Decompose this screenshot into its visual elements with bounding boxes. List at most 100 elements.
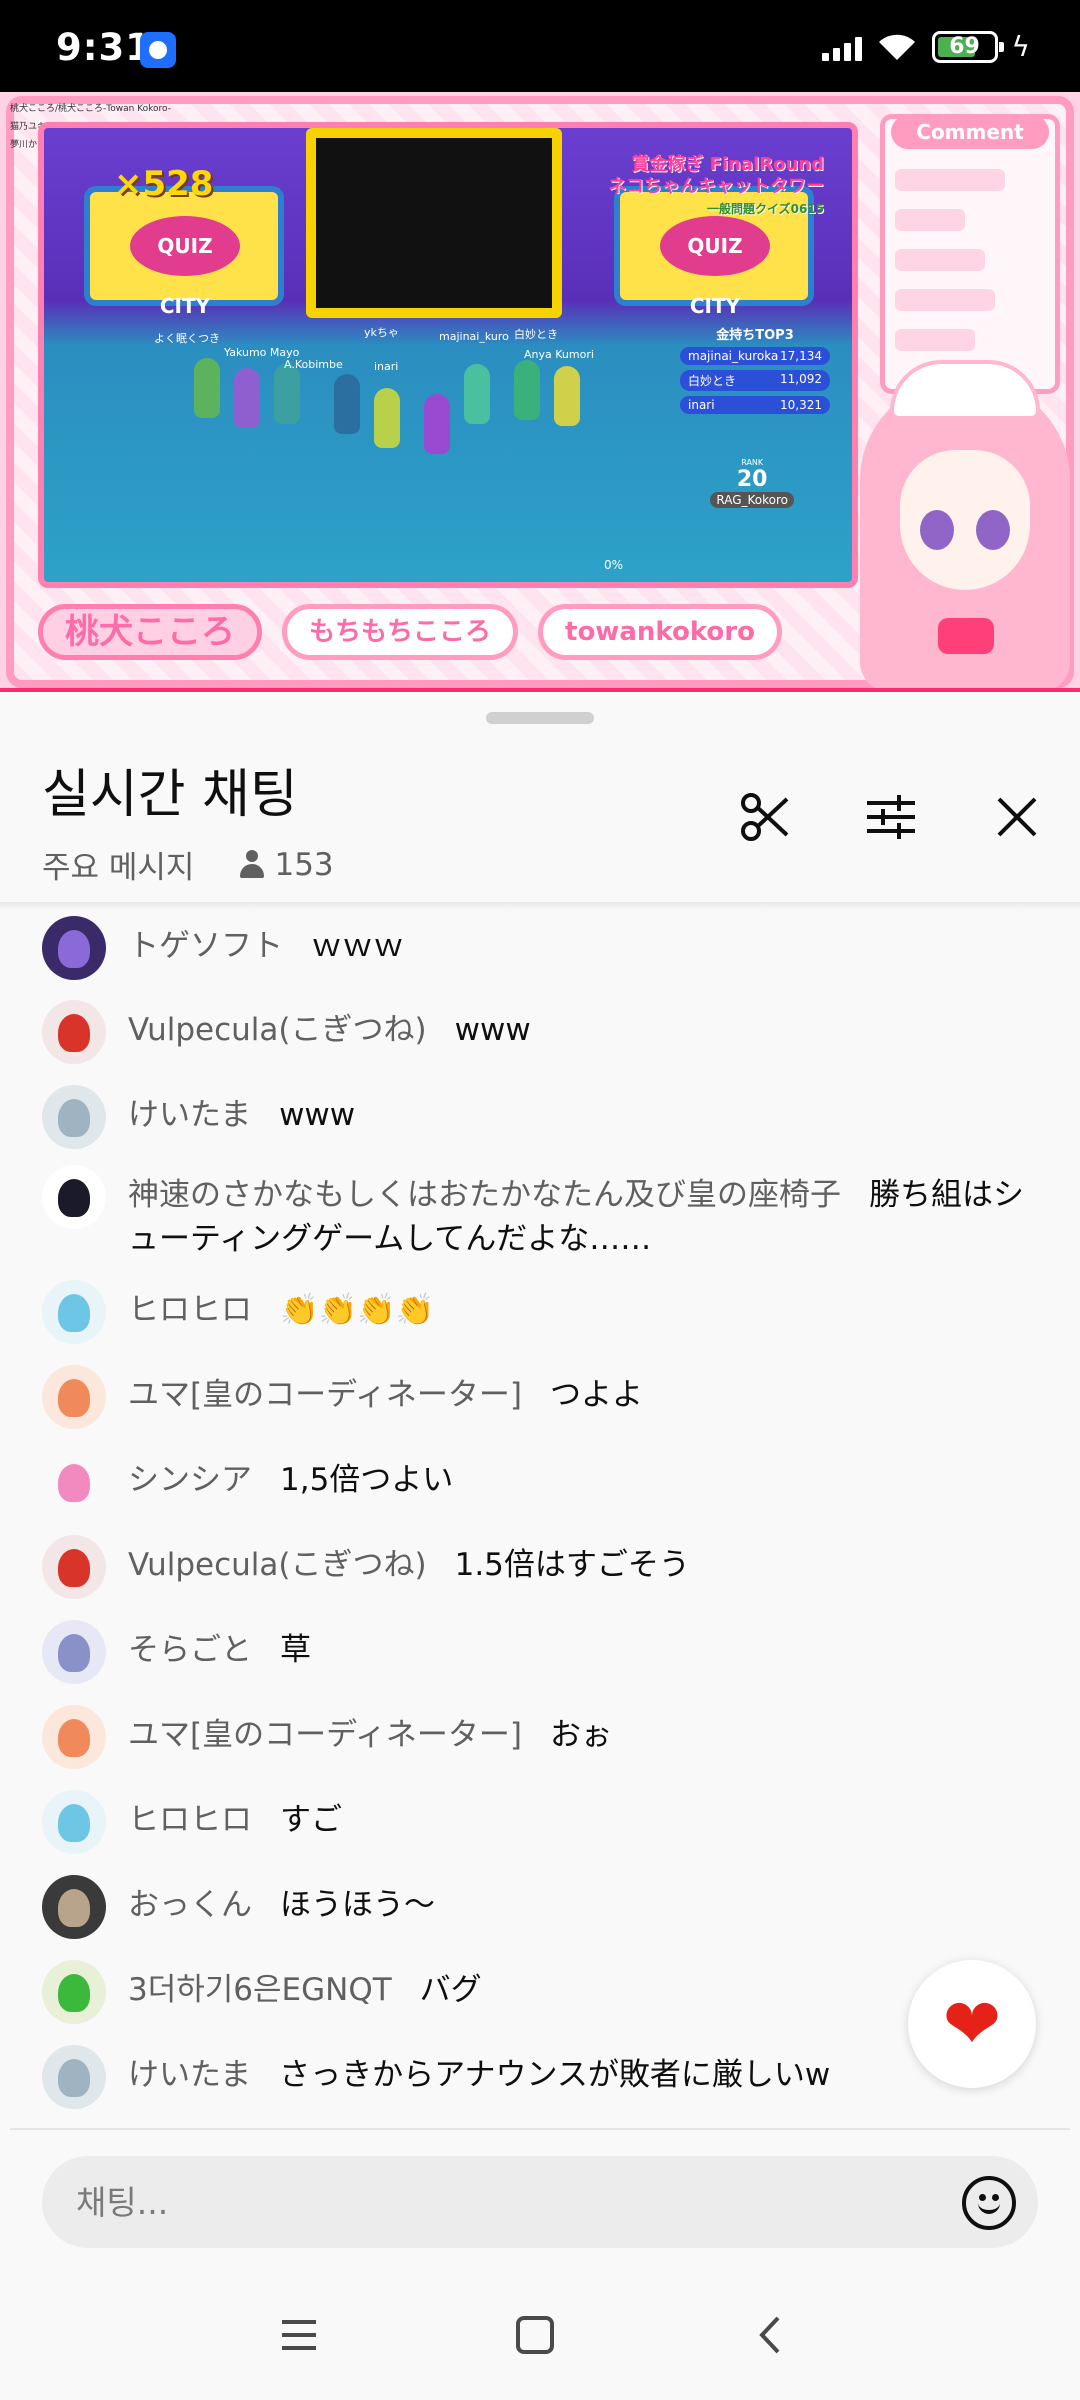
top3-title: 金持ちTOP3 — [716, 328, 794, 343]
back-chevron-icon — [759, 2316, 780, 2354]
chat-filter-label[interactable]: 주요 메시지 — [42, 842, 194, 887]
filter-button[interactable] — [856, 782, 926, 852]
chat-author[interactable]: ヒロヒロ — [128, 1802, 252, 1838]
charging-icon: ϟ — [1011, 30, 1030, 63]
avatar[interactable] — [42, 916, 106, 980]
chat-author[interactable]: 3더하기6은EGNQT — [128, 1972, 392, 2008]
round-title-line: 一般問題クイズ0615 — [706, 202, 824, 216]
viewer-count: 153 — [238, 847, 334, 883]
chat-input[interactable] — [76, 2156, 936, 2248]
clap-emoji: 👏👏👏👏 — [280, 1292, 435, 1328]
chat-author[interactable]: Vulpecula(こぎつね) — [128, 1012, 427, 1048]
chat-message[interactable]: ユマ[皇のコーディネーター] つよよ — [42, 1365, 1042, 1429]
avatar[interactable] — [42, 2045, 106, 2109]
chat-text: www — [279, 1097, 356, 1133]
clip-button[interactable] — [730, 782, 800, 852]
banner-logo: 桃犬こころ — [38, 604, 262, 660]
avatar[interactable] — [42, 1620, 106, 1684]
chat-message-body: シンシア 1,5倍つよい — [128, 1450, 453, 1502]
top3-leaderboard: 金持ちTOP3 majinai_kuroka 17,134 白妙とき 11,092 … — [680, 324, 830, 419]
avatar[interactable] — [42, 1960, 106, 2024]
player-name-tag: majinai_kuro — [439, 330, 509, 343]
stream-comment-panel: Comment — [880, 114, 1060, 394]
chat-text: さっきからアナウンスが敗者に厳しいw — [279, 2057, 831, 2093]
avatar[interactable] — [42, 1790, 106, 1854]
top3-row: 白妙とき 11,092 — [680, 370, 830, 391]
chat-message[interactable]: そらごと草 — [42, 1620, 1042, 1684]
avatar[interactable] — [42, 1000, 106, 1064]
chat-author[interactable]: けいたま — [128, 1097, 251, 1133]
chat-author[interactable]: Vulpecula(こぎつね) — [128, 1547, 427, 1583]
avatar[interactable] — [42, 1535, 106, 1599]
comment-line — [895, 209, 965, 231]
chat-message[interactable]: けいたま www — [42, 1085, 1042, 1149]
comment-line — [895, 249, 985, 271]
screen: 9:31 69 ϟ 桃犬こころ/桃犬こころ-Towan Kokoro- 猫乃ユキ… — [0, 0, 1080, 2400]
player-character — [374, 388, 400, 448]
player-character — [514, 360, 540, 420]
chat-message[interactable]: 3더하기6은EGNQT バグ — [42, 1960, 1042, 2024]
comment-line — [895, 289, 995, 311]
chat-message[interactable]: ヒロヒロ 👏👏👏👏 — [42, 1280, 1042, 1344]
player-character — [194, 358, 220, 418]
quiz-board-left: QUIZ CITY — [84, 186, 284, 318]
chat-author[interactable]: おっくん — [128, 1887, 252, 1923]
player-name-tag: よく眠くつき — [154, 332, 220, 345]
chat-message[interactable]: ユマ[皇のコーディネーター] おぉ — [42, 1705, 1042, 1769]
smiley-icon[interactable] — [962, 2176, 1016, 2230]
chat-message[interactable]: Vulpecula(こぎつね) 1.5倍はすごそう — [42, 1535, 1042, 1599]
live-chat-sheet: 실시간 채팅 주요 메시지 153 トゲソフト ｗｗｗ Vulpecula(こぎ… — [0, 692, 1080, 2400]
video-player[interactable]: 桃犬こころ/桃犬こころ-Towan Kokoro- 猫乃ユキノ 夢川かなう QU… — [0, 92, 1080, 692]
avatar[interactable] — [42, 1085, 106, 1149]
chat-author[interactable]: 神速のさかなもしくはおたかなたん及び皇の座椅子 — [128, 1177, 841, 1213]
chat-text: www — [454, 1012, 531, 1048]
chat-message-body: けいたま さっきからアナウンスが敗者に厳しいw — [128, 2045, 830, 2097]
player-character — [234, 368, 260, 428]
chat-author[interactable]: ユマ[皇のコーディネーター] — [128, 1377, 522, 1413]
nav-home-button[interactable] — [490, 2290, 580, 2380]
chat-message[interactable]: ヒロヒロ すご — [42, 1790, 1042, 1854]
overlay-name-tag: 桃犬こころ/桃犬こころ-Towan Kokoro- — [10, 104, 171, 114]
banner-hashtag: もちもちこころ — [282, 604, 519, 660]
progress-text: 0% — [604, 558, 624, 572]
chat-message-body: おっくん ほうほう～ — [128, 1875, 435, 1927]
avatar[interactable] — [42, 1165, 106, 1229]
close-button[interactable] — [982, 782, 1052, 852]
chat-message-list[interactable]: トゲソフト ｗｗｗ Vulpecula(こぎつね) www けいたま www 神速のさ… — [0, 910, 1080, 2130]
chat-message-body: そらごと草 — [128, 1620, 311, 1672]
nav-menu-button[interactable] — [254, 2290, 344, 2380]
chat-message[interactable]: トゲソフト ｗｗｗ — [42, 916, 1042, 980]
chat-message[interactable]: けいたま さっきからアナウンスが敗者に厳しいw — [42, 2045, 1042, 2109]
chat-text: バグ — [419, 1972, 482, 2008]
avatar[interactable] — [42, 1705, 106, 1769]
player-name-tag: Anya Kumori — [524, 348, 594, 361]
chat-message[interactable]: 神速のさかなもしくはおたかなたん及び皇の座椅子 勝ち組はシューティングゲームしてん… — [42, 1165, 1042, 1261]
chat-author[interactable]: けいたま — [128, 2057, 251, 2093]
drag-handle[interactable] — [486, 712, 594, 724]
rank-badge: RANK 20 RAG_Kokoro — [710, 458, 794, 508]
chat-input-container[interactable] — [42, 2156, 1038, 2248]
chat-author[interactable]: トゲソフト — [128, 928, 283, 964]
chat-message-body: 3더하기6은EGNQT バグ — [128, 1960, 482, 2012]
player-name-tag: 白妙とき — [514, 328, 558, 341]
chat-message-body: ユマ[皇のコーディネーター] おぉ — [128, 1705, 612, 1757]
nav-back-button[interactable] — [726, 2290, 816, 2380]
chat-message[interactable]: おっくん ほうほう～ — [42, 1875, 1042, 1939]
chat-author[interactable]: ユマ[皇のコーディネーター] — [128, 1717, 522, 1753]
chat-author[interactable]: ヒロヒロ — [128, 1292, 252, 1328]
chat-author[interactable]: シンシア — [128, 1462, 252, 1498]
avatar[interactable] — [42, 1450, 106, 1514]
battery-level: 69 — [949, 33, 980, 59]
like-button[interactable]: ❤ — [908, 1960, 1036, 2088]
person-icon — [238, 849, 266, 880]
avatar[interactable] — [42, 1365, 106, 1429]
chat-message[interactable]: シンシア 1,5倍つよい — [42, 1450, 1042, 1514]
avatar[interactable] — [42, 1280, 106, 1344]
game-monitor — [306, 128, 562, 318]
chat-message-body: Vulpecula(こぎつね) 1.5倍はすごそう — [128, 1535, 690, 1587]
player-name-tag: A.Kobimbe — [284, 358, 343, 371]
chat-message-body: ユマ[皇のコーディネーター] つよよ — [128, 1365, 643, 1417]
avatar[interactable] — [42, 1875, 106, 1939]
chat-author[interactable]: そらごと — [128, 1632, 252, 1668]
chat-message[interactable]: Vulpecula(こぎつね) www — [42, 1000, 1042, 1064]
